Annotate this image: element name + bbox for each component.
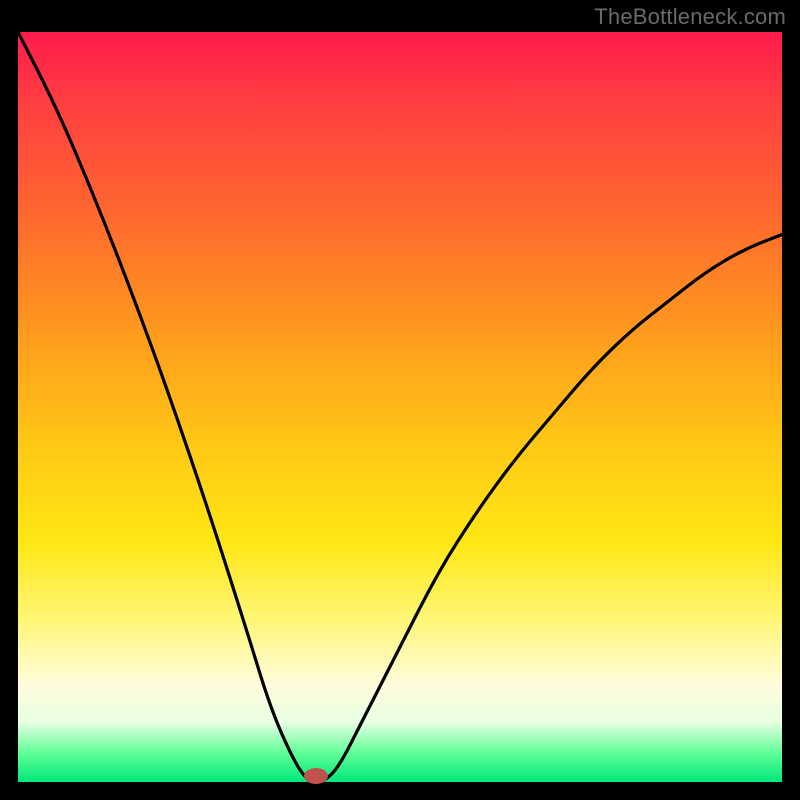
chart-svg xyxy=(18,32,782,782)
optimum-marker xyxy=(304,768,328,784)
watermark-label: TheBottleneck.com xyxy=(594,4,786,30)
chart-frame: TheBottleneck.com xyxy=(0,0,800,800)
bottleneck-curve xyxy=(18,32,782,782)
plot-area xyxy=(18,32,782,782)
